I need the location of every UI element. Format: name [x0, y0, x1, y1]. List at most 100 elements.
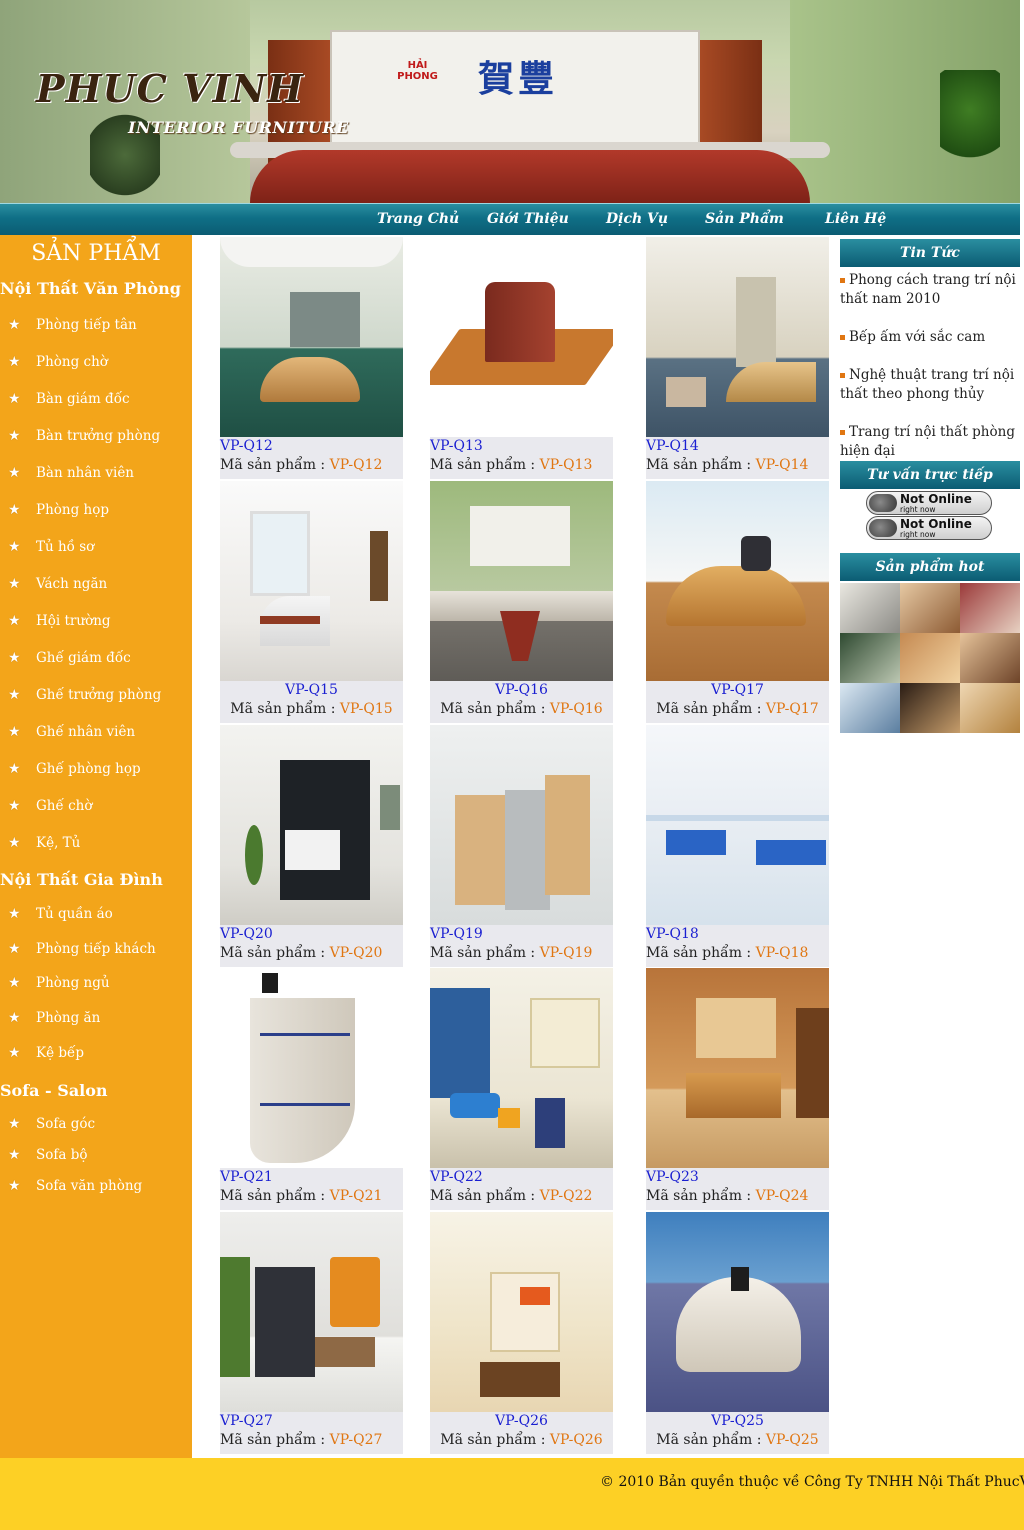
sidebar-item[interactable]: ★ Ghế phòng họp	[8, 761, 141, 777]
product-code-link[interactable]: VP-Q18	[646, 925, 829, 944]
product-card[interactable]: VP-Q17 Mã sản phẩm : VP-Q17	[646, 481, 829, 723]
product-code-link[interactable]: VP-Q13	[430, 437, 613, 456]
product-card[interactable]: VP-Q20 Mã sản phẩm : VP-Q20	[220, 725, 403, 967]
sidebar-item[interactable]: ★ Tủ hồ sơ	[8, 539, 94, 555]
sidebar-item[interactable]: ★ Sofa bộ	[8, 1147, 87, 1163]
product-image[interactable]	[646, 725, 829, 925]
sidebar-item[interactable]: ★ Phòng ngủ	[8, 975, 110, 991]
sidebar-item[interactable]: ★ Kệ, Tủ	[8, 835, 80, 851]
product-code-link[interactable]: VP-Q12	[220, 437, 403, 456]
product-code-link[interactable]: VP-Q20	[220, 925, 403, 944]
product-image[interactable]	[646, 237, 829, 437]
sidebar-item[interactable]: ★ Ghế giám đốc	[8, 650, 131, 666]
product-code-link[interactable]: VP-Q14	[646, 437, 829, 456]
nav-contact[interactable]: Liên Hệ	[825, 211, 886, 227]
product-image[interactable]	[646, 968, 829, 1168]
product-code-link[interactable]: VP-Q19	[430, 925, 613, 944]
sidebar-item[interactable]: ★ Vách ngăn	[8, 576, 107, 592]
product-card[interactable]: VP-Q14 Mã sản phẩm : VP-Q14	[646, 237, 829, 479]
product-card[interactable]: VP-Q22 Mã sản phẩm : VP-Q22	[430, 968, 613, 1210]
star-icon: ★	[8, 941, 21, 957]
hot-product-thumb[interactable]	[900, 583, 960, 633]
sidebar-item[interactable]: ★ Sofa góc	[8, 1116, 95, 1132]
star-icon: ★	[8, 975, 21, 991]
product-card[interactable]: VP-Q15 Mã sản phẩm : VP-Q15	[220, 481, 403, 723]
product-card[interactable]: VP-Q26 Mã sản phẩm : VP-Q26	[430, 1212, 613, 1454]
sidebar-item[interactable]: ★ Phòng ăn	[8, 1010, 100, 1026]
sidebar-item[interactable]: ★ Kệ bếp	[8, 1045, 84, 1061]
online-status-badge[interactable]: Not Online right now	[866, 516, 992, 540]
product-code-link[interactable]: VP-Q26	[430, 1412, 613, 1431]
product-image[interactable]	[220, 481, 403, 681]
hot-product-thumb[interactable]	[900, 633, 960, 683]
product-code-value: VP-Q13	[539, 457, 593, 473]
product-card[interactable]: VP-Q13 Mã sản phẩm : VP-Q13	[430, 237, 613, 479]
sidebar-item[interactable]: ★ Bàn nhân viên	[8, 465, 134, 481]
product-code-value: VP-Q20	[329, 945, 383, 961]
online-status-badge[interactable]: Not Online right now	[866, 491, 992, 515]
hot-product-thumb[interactable]	[960, 633, 1020, 683]
sidebar-item[interactable]: ★ Ghế trưởng phòng	[8, 687, 161, 703]
product-image[interactable]	[646, 481, 829, 681]
product-code-link[interactable]: VP-Q15	[220, 681, 403, 700]
news-item[interactable]: Trang trí nội thất phòng hiện đại	[840, 423, 1022, 461]
sidebar-item[interactable]: ★ Bàn trưởng phòng	[8, 428, 160, 444]
sidebar-item[interactable]: ★ Phòng họp	[8, 502, 109, 518]
product-card[interactable]: VP-Q21 Mã sản phẩm : VP-Q21	[220, 968, 403, 1210]
product-image[interactable]	[220, 968, 403, 1168]
product-code-label: Mã sản phẩm :	[646, 457, 756, 473]
nav-home[interactable]: Trang Chủ	[377, 211, 459, 227]
sidebar-item[interactable]: ★ Tủ quần áo	[8, 906, 113, 922]
product-card[interactable]: VP-Q23 Mã sản phẩm : VP-Q24	[646, 968, 829, 1210]
product-code-link[interactable]: VP-Q21	[220, 1168, 403, 1187]
product-code-link[interactable]: VP-Q27	[220, 1412, 403, 1431]
nav-services[interactable]: Dịch Vụ	[606, 211, 668, 227]
product-image[interactable]	[430, 1212, 613, 1412]
product-card[interactable]: VP-Q19 Mã sản phẩm : VP-Q19	[430, 725, 613, 967]
product-image[interactable]	[646, 1212, 829, 1412]
product-card[interactable]: VP-Q12 Mã sản phẩm : VP-Q12	[220, 237, 403, 479]
sidebar-item[interactable]: ★ Bàn giám đốc	[8, 391, 130, 407]
sidebar-item[interactable]: ★ Sofa văn phòng	[8, 1178, 142, 1194]
news-item[interactable]: Bếp ấm với sắc cam	[840, 328, 1022, 347]
product-code-link[interactable]: VP-Q23	[646, 1168, 829, 1187]
sidebar-item[interactable]: ★ Ghế nhân viên	[8, 724, 135, 740]
sidebar-item[interactable]: ★ Ghế chờ	[8, 798, 92, 814]
product-code-link[interactable]: VP-Q22	[430, 1168, 613, 1187]
product-info: VP-Q16 Mã sản phẩm : VP-Q16	[430, 681, 613, 723]
sidebar-item[interactable]: ★ Hội trường	[8, 613, 111, 629]
sidebar-item[interactable]: ★ Phòng chờ	[8, 354, 108, 370]
product-card[interactable]: VP-Q27 Mã sản phẩm : VP-Q27	[220, 1212, 403, 1454]
product-image[interactable]	[430, 968, 613, 1168]
nav-products[interactable]: Sản Phẩm	[705, 211, 784, 227]
star-icon: ★	[8, 428, 21, 444]
hot-product-thumb[interactable]	[840, 583, 900, 633]
hot-product-thumb[interactable]	[960, 683, 1020, 733]
product-card[interactable]: VP-Q16 Mã sản phẩm : VP-Q16	[430, 481, 613, 723]
hot-product-thumb[interactable]	[900, 683, 960, 733]
product-card[interactable]: VP-Q25 Mã sản phẩm : VP-Q25	[646, 1212, 829, 1454]
product-image[interactable]	[220, 725, 403, 925]
star-icon: ★	[8, 613, 21, 629]
product-code-link[interactable]: VP-Q16	[430, 681, 613, 700]
product-image[interactable]	[430, 725, 613, 925]
category-heading-sofa[interactable]: Sofa - Salon	[0, 1081, 108, 1100]
product-code-link[interactable]: VP-Q17	[646, 681, 829, 700]
hot-product-thumb[interactable]	[960, 583, 1020, 633]
category-heading-home[interactable]: Nội Thất Gia Đình	[0, 870, 163, 889]
product-image[interactable]	[220, 1212, 403, 1412]
product-image[interactable]	[430, 237, 613, 437]
sidebar-item-label: Phòng ngủ	[36, 975, 110, 991]
product-card[interactable]: VP-Q18 Mã sản phẩm : VP-Q18	[646, 725, 829, 967]
product-code-link[interactable]: VP-Q25	[646, 1412, 829, 1431]
sidebar-item[interactable]: ★ Phòng tiếp khách	[8, 941, 156, 957]
hot-product-thumb[interactable]	[840, 633, 900, 683]
sidebar-item[interactable]: ★ Phòng tiếp tân	[8, 317, 137, 333]
category-heading-office[interactable]: Nội Thất Văn Phòng	[0, 279, 181, 298]
product-image[interactable]	[220, 237, 403, 437]
nav-about[interactable]: Giới Thiệu	[487, 211, 569, 227]
product-image[interactable]	[430, 481, 613, 681]
hot-product-thumb[interactable]	[840, 683, 900, 733]
news-item[interactable]: Nghệ thuật trang trí nội thất theo phong…	[840, 366, 1022, 404]
news-item[interactable]: Phong cách trang trí nội thất nam 2010	[840, 271, 1022, 309]
